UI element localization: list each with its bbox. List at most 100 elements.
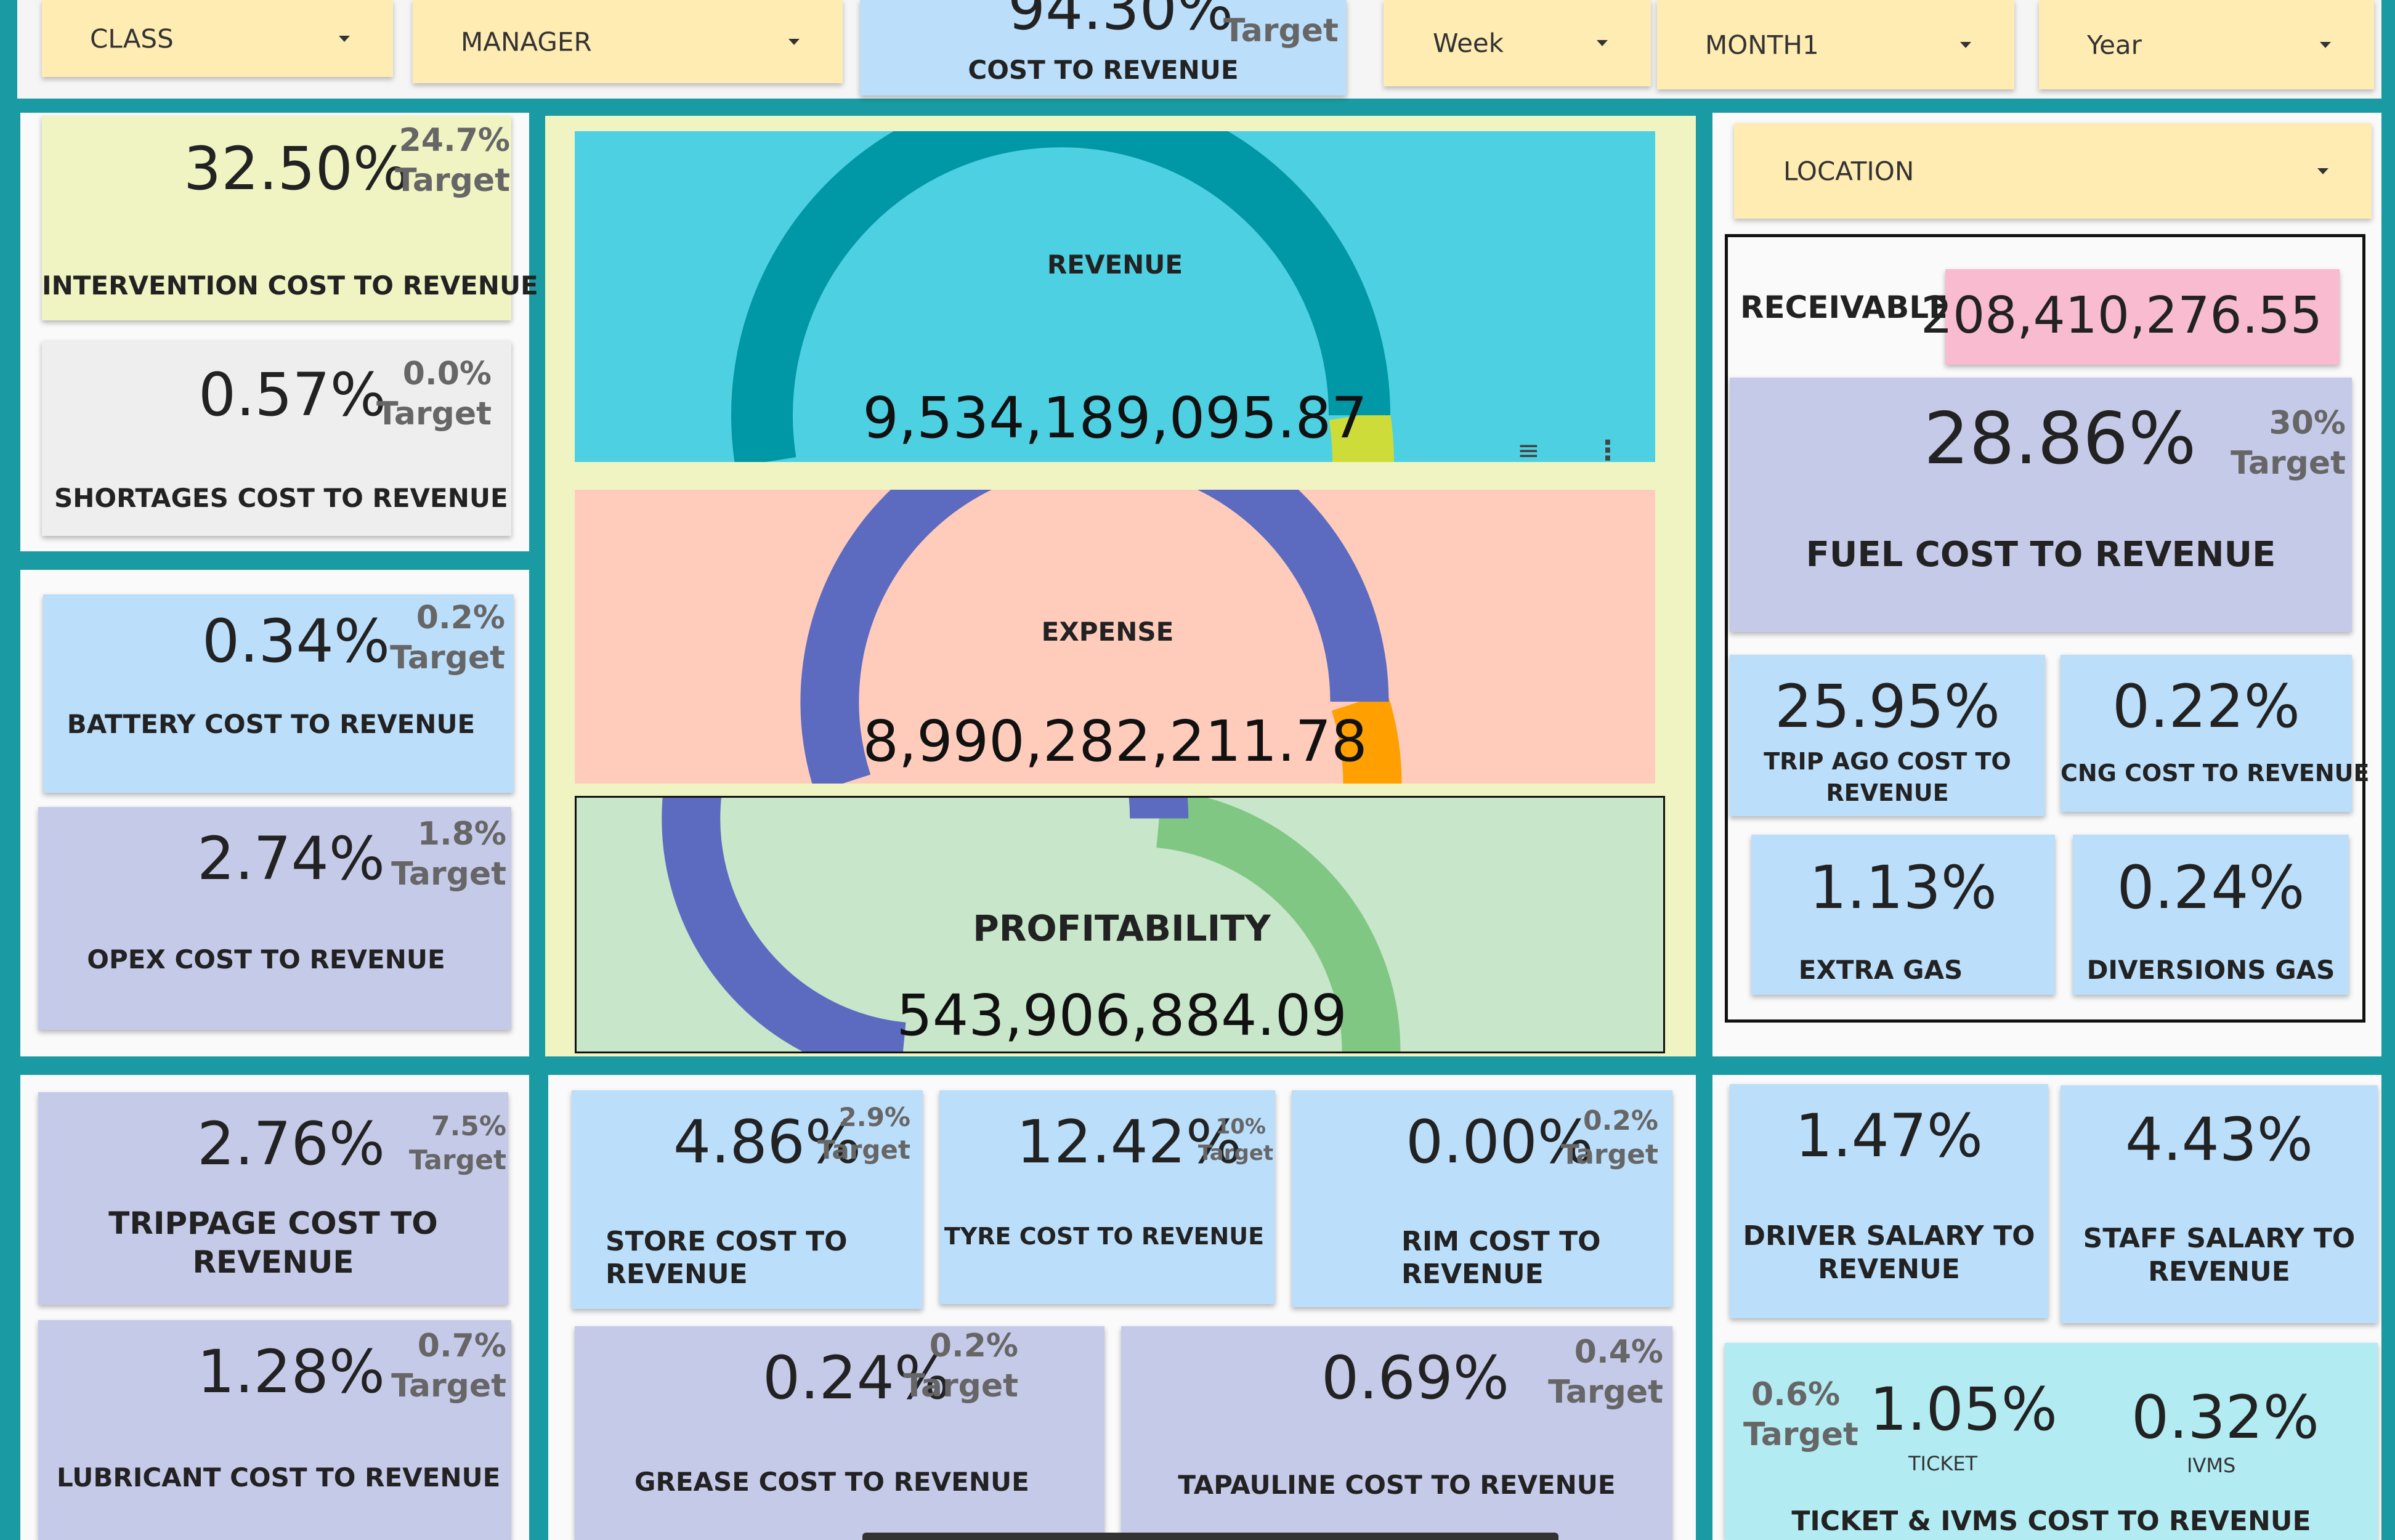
trip-ago-card: 25.95% TRIP AGO COST TO REVENUE (1730, 655, 2045, 816)
chevron-down-icon (339, 35, 350, 42)
shortages-card: 0.57% 0.0% Target SHORTAGES COST TO REVE… (42, 341, 511, 536)
grease-label: GREASE COST TO REVENUE (634, 1467, 1029, 1497)
cng-value: 0.22% (2112, 672, 2300, 741)
week-filter-label: Week (1433, 28, 1504, 59)
lubricant-value: 1.28% (197, 1337, 385, 1406)
intervention-value: 32.50% (184, 134, 410, 203)
ivms-value: 0.32% (2131, 1383, 2319, 1452)
cng-card: 0.22% CNG COST TO REVENUE (2061, 655, 2370, 812)
fuel-label: FUEL COST TO REVENUE (1805, 535, 2276, 575)
chevron-down-icon (1597, 40, 1608, 46)
battery-label: BATTERY COST TO REVENUE (67, 709, 476, 739)
opex-label: OPEX COST TO REVENUE (87, 944, 445, 975)
profitability-gauge-value: 543,906,884.09 (896, 983, 1347, 1048)
opex-value: 2.74% (197, 824, 385, 893)
rim-target: 0.2% Target (1560, 1105, 1658, 1170)
intervention-card: 32.50% 24.7% Target INTERVENTION COST TO… (42, 116, 538, 320)
driver-salary-card: 1.47% DRIVER SALARY TO REVENUE (1730, 1084, 2048, 1318)
grease-target: 0.2% Target (903, 1327, 1018, 1404)
driver-salary-value: 1.47% (1795, 1101, 1983, 1170)
tyre-card: 12.42% 10% Target TYRE COST TO REVENUE (939, 1090, 1275, 1304)
driver-salary-label: DRIVER SALARY TO REVENUE (1743, 1220, 2035, 1285)
revenue-gauge-value: 9,534,189,095.87 (862, 385, 1368, 451)
profitability-gauge-card: PROFITABILITY 543,906,884.09 (575, 796, 1665, 1053)
opex-card: 2.74% 1.8% Target OPEX COST TO REVENUE (38, 807, 511, 1030)
expense-gauge-card: EXPENSE 8,990,282,211.78 (575, 490, 1655, 784)
month-filter-label: MONTH1 (1705, 30, 1819, 60)
tapauline-value: 0.69% (1321, 1343, 1509, 1412)
tapauline-label: TAPAULINE COST TO REVENUE (1178, 1470, 1616, 1500)
shortages-label: SHORTAGES COST TO REVENUE (54, 483, 508, 513)
cng-label: CNG COST TO REVENUE (2061, 760, 2370, 787)
week-filter-dropdown[interactable]: Week (1384, 0, 1651, 86)
more-options-icon[interactable]: ⋮ (1594, 435, 1621, 466)
tapauline-card: 0.69% 0.4% Target TAPAULINE COST TO REVE… (1121, 1326, 1672, 1540)
class-filter-label: CLASS (90, 23, 174, 54)
ticket-label: TICKET (1908, 1452, 1978, 1475)
opex-target: 1.8% Target (391, 816, 506, 893)
fuel-value: 28.86% (1924, 397, 2197, 480)
chevron-down-icon (2320, 41, 2331, 48)
filter-icon[interactable]: ≡ (1517, 435, 1540, 466)
trippage-card: 2.76% 7.5% Target TRIPPAGE COST TO REVEN… (38, 1092, 508, 1305)
diversions-gas-label: DIVERSIONS GAS (2086, 955, 2335, 985)
intervention-target: 24.7% Target (395, 122, 510, 199)
cost-to-revenue-target: Target (1223, 12, 1339, 49)
rim-label: RIM COST TO REVENUE (1401, 1226, 1601, 1290)
staff-salary-card: 4.43% STAFF SALARY TO REVENUE (2061, 1085, 2378, 1323)
diversions-gas-card: 0.24% DIVERSIONS GAS (2073, 835, 2349, 995)
staff-salary-label: STAFF SALARY TO REVENUE (2083, 1223, 2356, 1287)
ticket-ivms-label: TICKET & IVMS COST TO REVENUE (1791, 1506, 2311, 1537)
cost-to-revenue-card: 94.30% Target COST TO REVENUE (860, 0, 1347, 95)
battery-value: 0.34% (202, 607, 390, 676)
extra-gas-label: EXTRA GAS (1798, 955, 1963, 985)
fuel-card: 28.86% 30% Target FUEL COST TO REVENUE (1730, 378, 2352, 632)
battery-target: 0.2% Target (390, 599, 505, 676)
receivable-value-box: 208,410,276.55 (1921, 269, 2340, 365)
location-filter-dropdown[interactable]: LOCATION (1734, 123, 2372, 219)
ticket-ivms-target: 0.6% Target (1743, 1376, 1858, 1453)
tapauline-target: 0.4% Target (1548, 1334, 1663, 1411)
horizontal-scrollbar[interactable] (862, 1533, 1558, 1540)
year-filter-dropdown[interactable]: Year (2039, 0, 2374, 89)
chevron-down-icon (788, 38, 800, 45)
shortages-target: 0.0% Target (376, 355, 492, 432)
store-card: 4.86% 2.9% Target STORE COST TO REVENUE (572, 1090, 923, 1309)
extra-gas-card: 1.13% EXTRA GAS (1751, 835, 2055, 995)
manager-filter-dropdown[interactable]: MANAGER (413, 0, 843, 83)
location-filter-label: LOCATION (1783, 156, 1915, 186)
tyre-label: TYRE COST TO REVENUE (944, 1223, 1265, 1250)
revenue-gauge-label: REVENUE (1047, 249, 1183, 280)
battery-card: 0.34% 0.2% Target BATTERY COST TO REVENU… (43, 594, 514, 793)
profitability-gauge-label: PROFITABILITY (973, 907, 1271, 949)
shortages-value: 0.57% (198, 360, 386, 429)
tyre-target: 10% Target (1198, 1114, 1274, 1165)
month-filter-dropdown[interactable]: MONTH1 (1657, 0, 2014, 89)
trippage-label: TRIPPAGE COST TO REVENUE (108, 1206, 438, 1280)
lubricant-card: 1.28% 0.7% Target LUBRICANT COST TO REVE… (38, 1320, 511, 1540)
ticket-ivms-card: 0.6% Target 1.05% TICKET 0.32% IVMS TICK… (1725, 1343, 2378, 1540)
lubricant-target: 0.7% Target (391, 1327, 506, 1404)
expense-gauge-value: 8,990,282,211.78 (862, 708, 1368, 774)
expense-gauge-label: EXPENSE (1041, 617, 1174, 647)
chevron-down-icon (1960, 41, 1971, 48)
rim-card: 0.00% 0.2% Target RIM COST TO REVENUE (1292, 1090, 1672, 1307)
lubricant-label: LUBRICANT COST TO REVENUE (57, 1462, 501, 1493)
manager-filter-label: MANAGER (461, 26, 592, 57)
revenue-gauge-card: REVENUE 9,534,189,095.87 ≡ ⋮ (575, 131, 1655, 466)
store-label: STORE COST TO REVENUE (606, 1226, 848, 1290)
year-filter-label: Year (2087, 30, 2142, 60)
store-target: 2.9% Target (817, 1102, 910, 1165)
trip-ago-value: 25.95% (1774, 672, 2001, 741)
chevron-down-icon (2317, 168, 2328, 174)
trip-ago-label: TRIP AGO COST TO REVENUE (1764, 748, 2011, 807)
grease-card: 0.24% 0.2% Target GREASE COST TO REVENUE (575, 1326, 1104, 1540)
cost-to-revenue-label: COST TO REVENUE (968, 55, 1239, 85)
receivable-value: 208,410,276.55 (1920, 286, 2322, 345)
diversions-gas-value: 0.24% (2117, 853, 2305, 922)
trippage-value: 2.76% (197, 1109, 385, 1178)
trippage-target: 7.5% Target (408, 1111, 506, 1176)
ticket-value: 1.05% (1870, 1375, 2057, 1444)
ivms-label: IVMS (2187, 1454, 2236, 1477)
class-filter-dropdown[interactable]: CLASS (42, 0, 393, 77)
